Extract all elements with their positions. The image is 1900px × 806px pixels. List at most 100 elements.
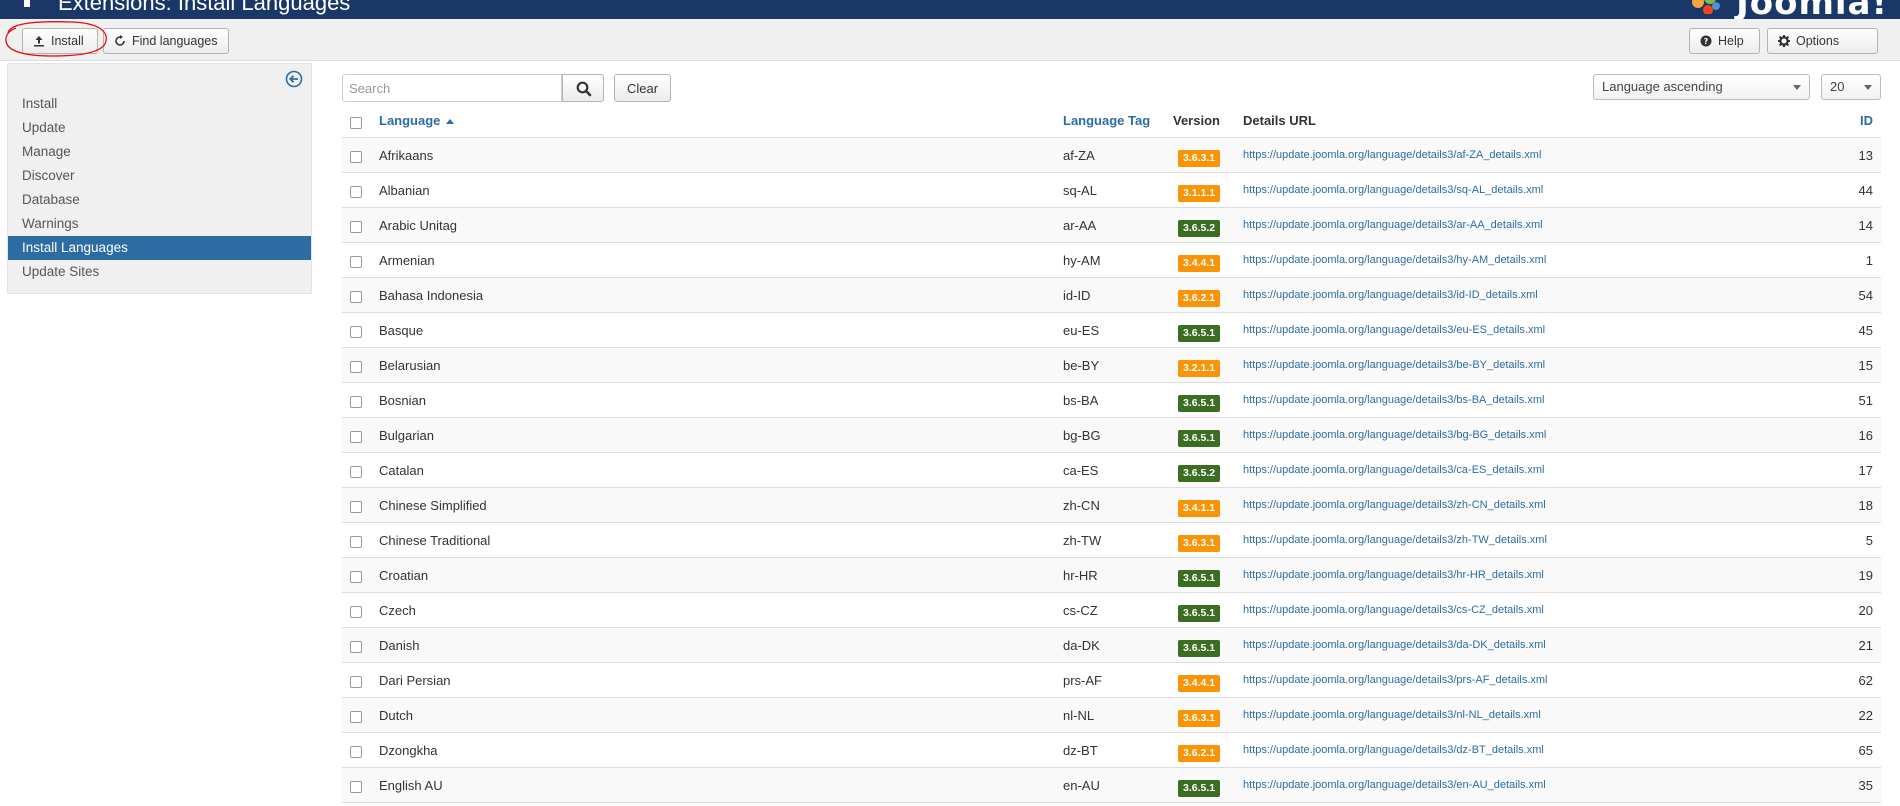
language-tag: prs-AF [1063,673,1102,688]
version-badge-cell: 3.6.2.1 [1178,743,1221,762]
row-id: 13 [1858,148,1873,163]
options-button[interactable]: Options [1767,28,1878,54]
search-button[interactable] [562,74,604,102]
sidebar-item-warnings[interactable]: Warnings [8,212,311,236]
details-url-link[interactable]: https://update.joomla.org/language/detai… [1243,628,1546,663]
language-tag: hr-HR [1063,568,1098,583]
details-url-link[interactable]: https://update.joomla.org/language/detai… [1243,243,1546,278]
language-tag: id-ID [1063,288,1091,303]
details-url-link[interactable]: https://update.joomla.org/language/detai… [1243,488,1546,523]
row-checkbox[interactable] [350,186,362,198]
row-checkbox[interactable] [350,606,362,618]
row-checkbox[interactable] [350,151,362,163]
row-checkbox[interactable] [350,256,362,268]
table-body: Afrikaans af-ZA 3.6.3.1 https://update.joom… [342,138,1881,803]
limit-select[interactable]: 20 [1821,74,1881,100]
language-tag: dz-BT [1063,743,1098,758]
sort-select-value: Language ascending [1602,79,1723,94]
version-badge: 3.6.5.1 [1178,395,1221,412]
table-header: Language Language Tag Version Details UR… [342,107,1881,138]
clear-button[interactable]: Clear [614,74,671,102]
version-badge-cell: 3.4.4.1 [1178,253,1221,272]
joomla-brand-text: Joomla! [1736,0,1888,19]
row-checkbox[interactable] [350,361,362,373]
row-checkbox[interactable] [350,501,362,513]
language-tag: bs-BA [1063,393,1099,408]
row-checkbox[interactable] [350,396,362,408]
sort-select[interactable]: Language ascending [1593,74,1810,100]
sidebar-item-update-sites[interactable]: Update Sites [8,260,311,284]
details-url-link[interactable]: https://update.joomla.org/language/detai… [1243,523,1547,558]
version-badge-cell: 3.6.3.1 [1178,708,1221,727]
sidebar-item-discover[interactable]: Discover [8,164,311,188]
language-name: Chinese Traditional [379,533,491,548]
row-checkbox[interactable] [350,326,362,338]
details-url-link[interactable]: https://update.joomla.org/language/detai… [1243,313,1545,348]
language-tag: af-ZA [1063,148,1095,163]
row-id: 35 [1858,778,1873,793]
sidebar-item-install-languages[interactable]: Install Languages [8,236,311,260]
sidebar-item-update[interactable]: Update [8,116,311,140]
page-title: Extensions: Install Languages [58,0,351,15]
details-url-link[interactable]: https://update.joomla.org/language/detai… [1243,208,1543,243]
column-header-id[interactable]: ID [1860,107,1873,138]
details-url-link[interactable]: https://update.joomla.org/language/detai… [1243,663,1548,698]
row-checkbox[interactable] [350,571,362,583]
find-languages-button[interactable]: Find languages [103,28,229,54]
row-checkbox[interactable] [350,676,362,688]
row-id: 65 [1858,743,1873,758]
language-name: Albanian [379,183,430,198]
arrow-left-circle-icon[interactable] [285,70,303,88]
sidebar-item-database[interactable]: Database [8,188,311,212]
version-badge-cell: 3.2.1.1 [1178,358,1221,377]
row-checkbox[interactable] [350,431,362,443]
version-badge: 3.6.2.1 [1178,745,1221,762]
language-tag: sq-AL [1063,183,1097,198]
row-checkbox[interactable] [350,466,362,478]
version-badge-cell: 3.6.2.1 [1178,288,1221,307]
language-tag: ar-AA [1063,218,1097,233]
details-url-link[interactable]: https://update.joomla.org/language/detai… [1243,173,1543,208]
details-url-link[interactable]: https://update.joomla.org/language/detai… [1243,453,1544,488]
sidebar-item-manage[interactable]: Manage [8,140,311,164]
row-checkbox[interactable] [350,711,362,723]
details-url-link[interactable]: https://update.joomla.org/language/detai… [1243,418,1546,453]
details-url-link[interactable]: https://update.joomla.org/language/detai… [1243,698,1541,733]
row-id: 1 [1865,253,1873,268]
languages-table: Language Language Tag Version Details UR… [342,107,1881,803]
details-url-link[interactable]: https://update.joomla.org/language/detai… [1243,348,1545,383]
details-url-link[interactable]: https://update.joomla.org/language/detai… [1243,593,1544,628]
help-button[interactable]: ? Help [1689,28,1760,54]
toolbar: Install Find languages ? Help Options [0,19,1900,61]
sidebar-item-install[interactable]: Install [8,92,311,116]
row-id: 62 [1858,673,1873,688]
table-row: Basque eu-ES 3.6.5.1 https://update.joomla.… [342,313,1881,348]
version-badge: 3.6.3.1 [1178,535,1221,552]
version-badge-cell: 3.6.5.1 [1178,778,1221,797]
row-checkbox[interactable] [350,291,362,303]
details-url-link[interactable]: https://update.joomla.org/language/detai… [1243,768,1546,803]
install-button[interactable]: Install [22,28,98,54]
row-id: 51 [1858,393,1873,408]
row-checkbox[interactable] [350,746,362,758]
details-url-link[interactable]: https://update.joomla.org/language/detai… [1243,733,1544,768]
search-input[interactable] [342,74,562,102]
table-row: Bahasa Indonesia id-ID 3.6.2.1 https://upda… [342,278,1881,313]
column-header-language-tag[interactable]: Language Tag [1063,107,1150,138]
column-header-language[interactable]: Language [379,107,455,138]
row-checkbox[interactable] [350,781,362,793]
version-badge: 3.6.5.1 [1178,605,1221,622]
select-all-checkbox[interactable] [350,117,362,129]
details-url-link[interactable]: https://update.joomla.org/language/detai… [1243,278,1538,313]
details-url-link[interactable]: https://update.joomla.org/language/detai… [1243,383,1544,418]
version-badge: 3.6.5.1 [1178,780,1221,797]
details-url-link[interactable]: https://update.joomla.org/language/detai… [1243,558,1544,593]
row-checkbox[interactable] [350,641,362,653]
version-badge: 3.6.5.1 [1178,570,1221,587]
row-checkbox[interactable] [350,221,362,233]
row-id: 15 [1858,358,1873,373]
row-checkbox[interactable] [350,536,362,548]
version-badge-cell: 3.6.5.1 [1178,568,1221,587]
details-url-link[interactable]: https://update.joomla.org/language/detai… [1243,138,1541,173]
row-id: 19 [1858,568,1873,583]
